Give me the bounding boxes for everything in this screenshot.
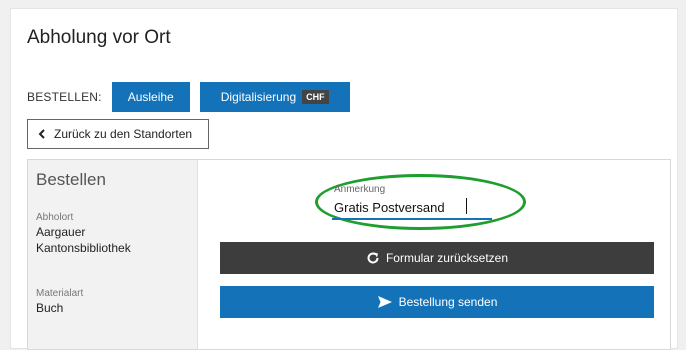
order-form: Anmerkung Formular zurücksetzen Bestellu… <box>198 160 670 349</box>
digitalisierung-button[interactable]: Digitalisierung CHF <box>199 82 350 112</box>
back-to-locations-button[interactable]: Zurück zu den Standorten <box>27 119 209 149</box>
chevron-left-icon <box>38 129 45 139</box>
text-caret <box>466 198 467 214</box>
back-button-label: Zurück zu den Standorten <box>54 127 193 141</box>
materialart-label: Materialart <box>36 288 84 299</box>
abholort-value-line1: Aargauer <box>36 225 86 239</box>
materialart-value: Buch <box>36 301 64 315</box>
digitalisierung-button-label: Digitalisierung <box>220 90 297 104</box>
order-panel: Bestellen Abholort Aargauer Kantonsbibli… <box>27 159 671 350</box>
chf-badge: CHF <box>302 90 329 104</box>
reset-form-button[interactable]: Formular zurücksetzen <box>220 242 654 274</box>
anmerkung-underline <box>332 218 492 220</box>
abholort-value-line2: Kantonsbibliothek <box>36 241 131 255</box>
page-title: Abholung vor Ort <box>27 27 171 48</box>
refresh-icon <box>367 252 379 264</box>
anmerkung-label: Anmerkung <box>334 184 386 195</box>
order-card: Abholung vor Ort BESTELLEN: Ausleihe Dig… <box>10 8 678 350</box>
ausleihe-button[interactable]: Ausleihe <box>111 82 190 112</box>
send-order-label: Bestellung senden <box>398 295 498 309</box>
order-type-row: BESTELLEN: Ausleihe Digitalisierung CHF <box>27 81 360 113</box>
send-order-button[interactable]: Bestellung senden <box>220 286 654 318</box>
abholort-label: Abholort <box>36 212 74 223</box>
paper-plane-icon <box>377 296 392 308</box>
reset-form-label: Formular zurücksetzen <box>385 251 509 265</box>
anmerkung-input[interactable] <box>332 196 486 218</box>
ausleihe-button-label: Ausleihe <box>127 90 174 104</box>
panel-heading: Bestellen <box>36 170 106 189</box>
order-label: BESTELLEN: <box>27 90 102 104</box>
order-summary: Bestellen Abholort Aargauer Kantonsbibli… <box>28 160 198 349</box>
